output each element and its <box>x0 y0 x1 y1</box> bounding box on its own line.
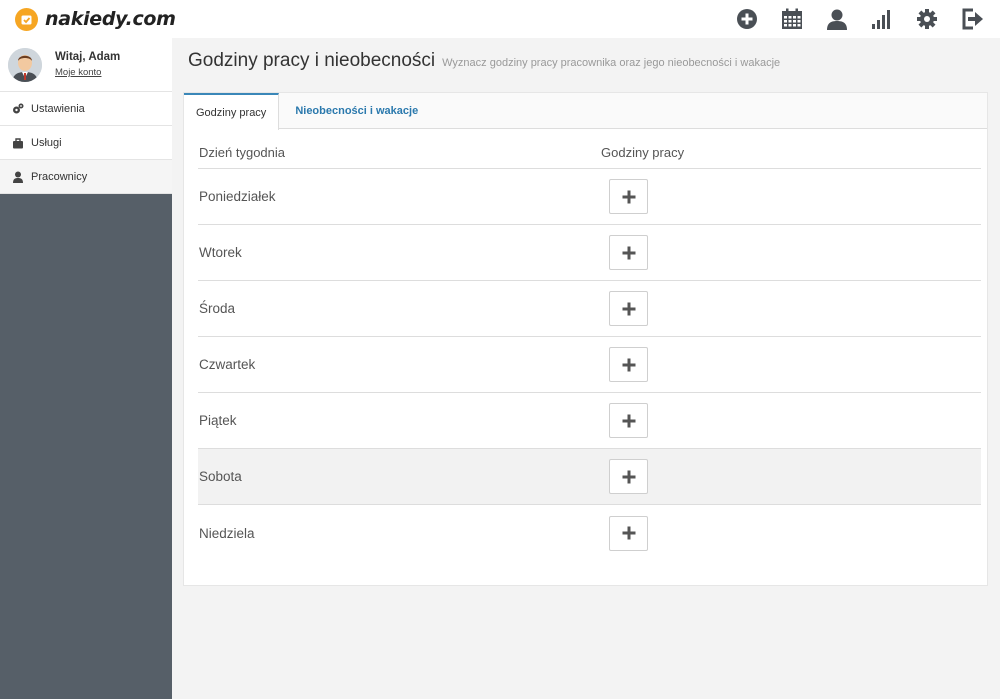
stats-icon[interactable] <box>870 7 894 31</box>
day-name: Piątek <box>199 413 237 428</box>
table-row: Środa <box>198 281 981 337</box>
plus-icon <box>622 470 635 483</box>
table-row: Wtorek <box>198 225 981 281</box>
top-toolbar <box>714 7 1000 31</box>
page-title: Godziny pracy i nieobecności <box>188 50 436 71</box>
add-hours-button[interactable] <box>609 179 648 214</box>
day-name: Czwartek <box>199 357 256 372</box>
user-icon <box>12 171 24 183</box>
page-header: Godziny pracy i nieobecności Wyznacz god… <box>188 50 780 72</box>
day-name: Niedziela <box>199 525 255 541</box>
page-subtitle: Wyznacz godziny pracy pracownika oraz je… <box>442 57 781 69</box>
table-header: Dzień tygodnia Godziny pracy <box>198 137 981 169</box>
cogs-icon <box>12 103 24 115</box>
day-name: Sobota <box>199 469 242 484</box>
add-icon[interactable] <box>735 7 759 31</box>
day-name: Środa <box>199 301 236 316</box>
user-card: Witaj, Adam Moje konto <box>0 38 172 92</box>
settings-icon[interactable] <box>915 7 939 31</box>
top-bar: nakiedy.com <box>0 0 1000 38</box>
add-hours-button[interactable] <box>609 235 648 270</box>
plus-icon <box>622 358 635 371</box>
sidebar-item-label: Usługi <box>31 136 62 149</box>
add-hours-button[interactable] <box>609 403 648 438</box>
plus-icon <box>622 414 635 427</box>
table-row: Sobota <box>198 449 981 505</box>
plus-icon <box>622 302 635 315</box>
add-hours-button[interactable] <box>609 515 648 551</box>
logout-icon[interactable] <box>960 7 984 31</box>
plus-icon <box>622 190 635 203</box>
sidebar-item-employees[interactable]: Pracownicy <box>0 160 172 194</box>
add-hours-button[interactable] <box>609 291 648 326</box>
tab-working-hours[interactable]: Godziny pracy <box>184 93 280 130</box>
column-header-day: Dzień tygodnia <box>199 145 285 160</box>
user-greeting: Witaj, Adam <box>55 51 121 63</box>
account-link[interactable]: Moje konto <box>55 67 120 78</box>
plus-icon <box>622 246 635 259</box>
sidebar-item-settings[interactable]: Ustawienia <box>0 92 172 126</box>
calendar-icon[interactable] <box>780 7 804 31</box>
table-row: Piątek <box>198 393 981 449</box>
day-name: Wtorek <box>199 245 242 260</box>
working-hours-panel: Godziny pracy Nieobecności i wakacje Dzi… <box>183 92 988 586</box>
avatar[interactable] <box>8 47 42 82</box>
plus-icon <box>622 526 635 540</box>
tab-absences[interactable]: Nieobecności i wakacje <box>279 93 430 129</box>
logo[interactable]: nakiedy.com <box>0 7 176 31</box>
add-hours-button[interactable] <box>609 347 648 382</box>
column-header-hours: Godziny pracy <box>601 145 685 160</box>
briefcase-icon <box>12 137 24 149</box>
sidebar: Witaj, Adam Moje konto Ustawienia Usługi <box>0 38 172 699</box>
table-row: Poniedziałek <box>198 169 981 225</box>
user-icon[interactable] <box>825 7 849 31</box>
sidebar-item-services[interactable]: Usługi <box>0 126 172 160</box>
add-hours-button[interactable] <box>609 459 648 494</box>
table-row: Niedziela <box>198 505 981 561</box>
working-hours-table: Dzień tygodnia Godziny pracy Poniedziałe… <box>198 137 981 561</box>
sidebar-item-label: Ustawienia <box>31 102 85 115</box>
user-meta: Witaj, Adam Moje konto <box>55 51 120 78</box>
sidebar-item-label: Pracownicy <box>31 170 88 183</box>
logo-check-icon <box>15 7 38 31</box>
tab-bar: Godziny pracy Nieobecności i wakacje <box>184 93 987 130</box>
logo-text: nakiedy.com <box>45 8 176 30</box>
table-row: Czwartek <box>198 337 981 393</box>
day-name: Poniedziałek <box>199 189 276 204</box>
